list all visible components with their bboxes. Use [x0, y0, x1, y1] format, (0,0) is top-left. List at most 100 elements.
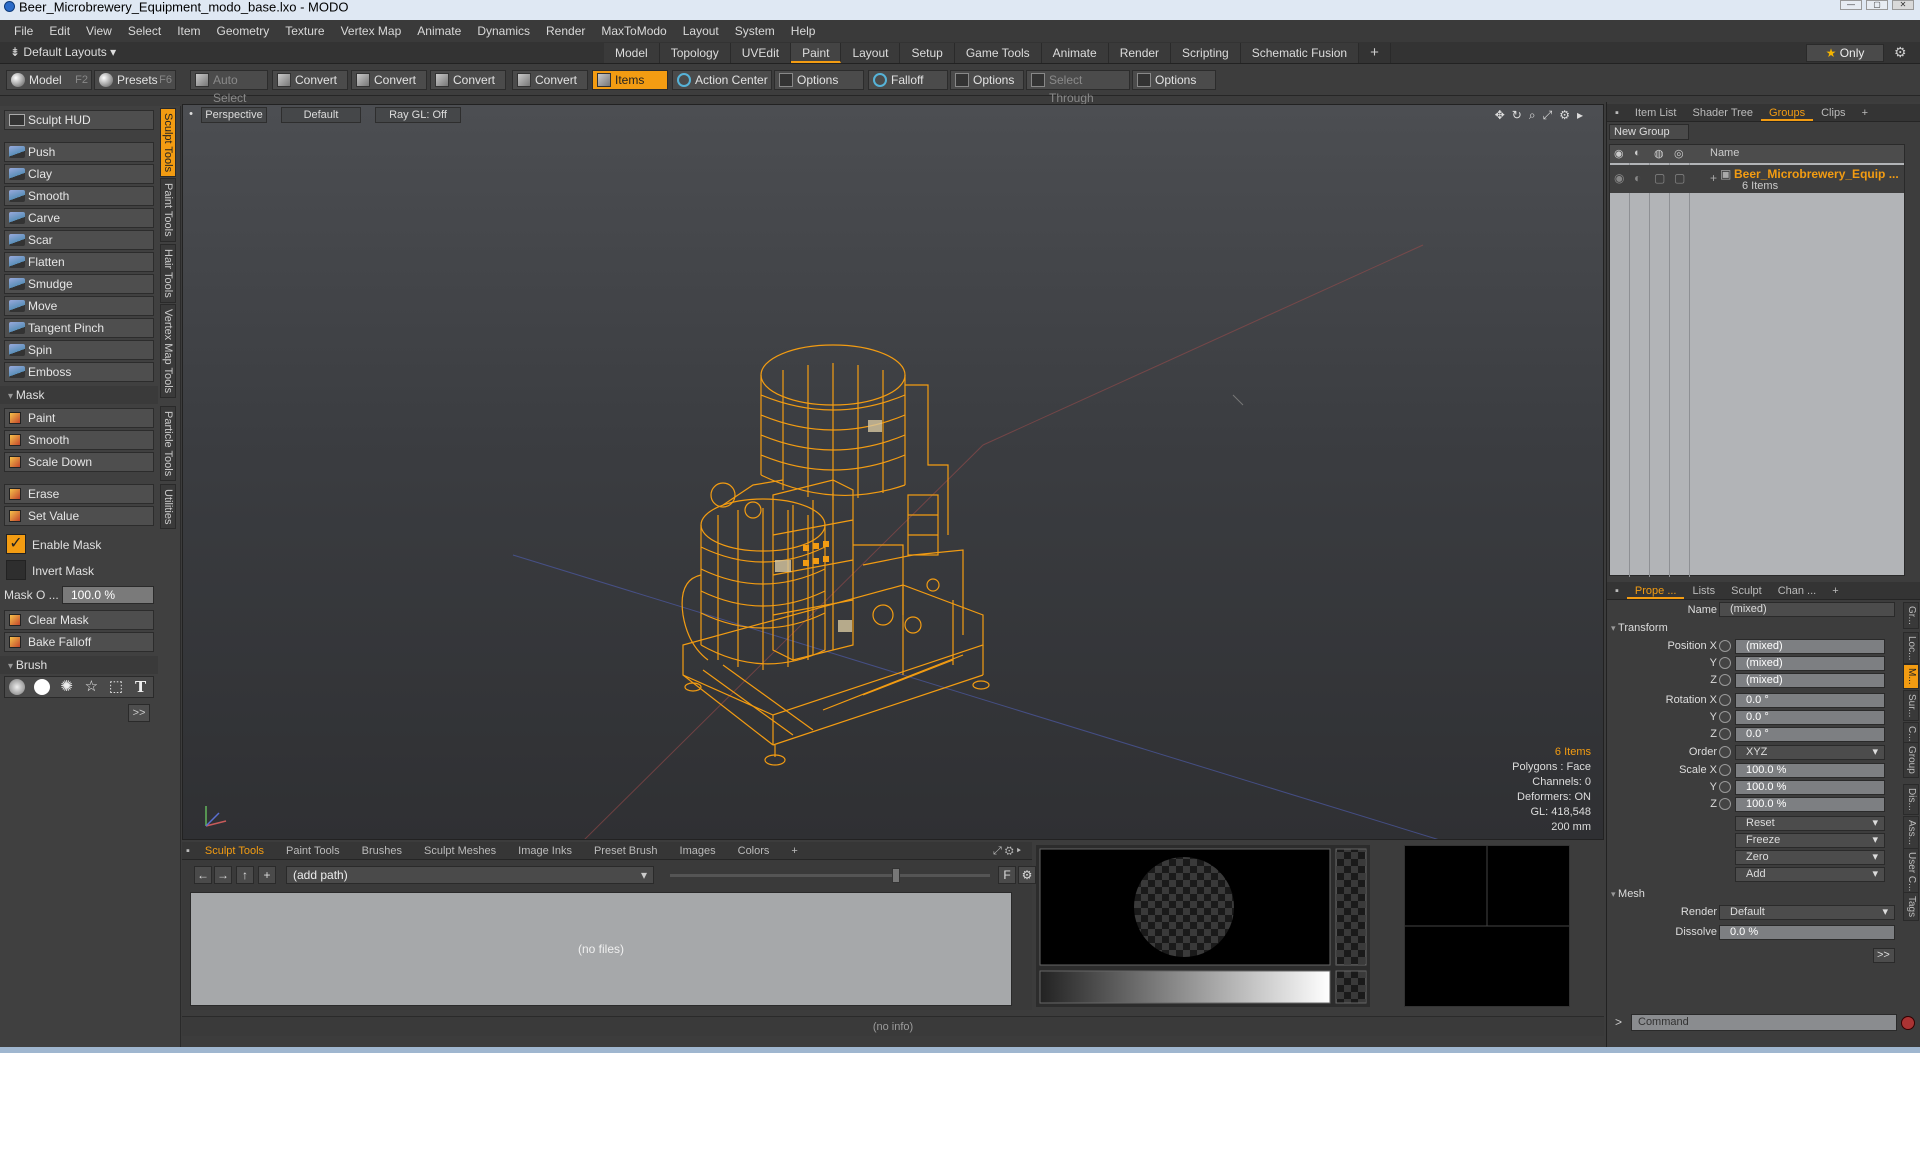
tool-clay[interactable]: Clay	[4, 164, 154, 184]
group-row[interactable]: ◉ ◐ ▢ ▢ + ▣ Beer_Microbrewery_Equip ... …	[1610, 165, 1904, 193]
minimize-icon[interactable]: —	[1840, 0, 1862, 10]
options-button-2[interactable]: Options	[950, 70, 1024, 90]
only-button[interactable]: ★ Only	[1806, 44, 1884, 62]
position-x-toggle[interactable]	[1719, 640, 1731, 652]
erase-button[interactable]: Erase	[4, 484, 154, 504]
rotation-z-field[interactable]: 0.0 °	[1735, 727, 1885, 742]
forward-icon[interactable]: →	[214, 866, 232, 884]
tab-paint[interactable]: Paint	[791, 43, 842, 63]
render-dropdown[interactable]: Default	[1719, 905, 1895, 920]
options-button-3[interactable]: Options	[1132, 70, 1216, 90]
star-brush-icon[interactable]: ☆	[83, 679, 99, 695]
vtab-vertex-map-tools[interactable]: Vertex Map Tools	[160, 304, 176, 399]
side-tab-assembly[interactable]: Ass...	[1903, 816, 1919, 850]
position-z-toggle[interactable]	[1719, 674, 1731, 686]
tab-item-list[interactable]: Item List	[1627, 104, 1685, 121]
freeze-dropdown[interactable]: Freeze	[1735, 833, 1885, 848]
model-mode-button[interactable]: Model F2	[6, 70, 92, 90]
menu-help[interactable]: Help	[783, 24, 824, 38]
slider-knob[interactable]	[892, 868, 900, 883]
tool-tangent-pinch[interactable]: Tangent Pinch	[4, 318, 154, 338]
tab-render[interactable]: Render	[1108, 43, 1172, 63]
row-select-icon[interactable]: ▢	[1674, 171, 1685, 185]
side-tab-user-channels[interactable]: User C...	[1903, 848, 1919, 896]
scale-y-toggle[interactable]	[1719, 781, 1731, 793]
parent-folder-icon[interactable]: ↑	[236, 866, 254, 884]
falloff-button[interactable]: Falloff	[868, 70, 948, 90]
mask-opacity-field[interactable]: 100.0 %	[62, 586, 154, 604]
add-tab-icon[interactable]: +	[1854, 104, 1876, 121]
brush-section-header[interactable]: Brush	[0, 656, 158, 674]
new-group-button[interactable]: New Group	[1609, 124, 1689, 140]
scale-x-toggle[interactable]	[1719, 764, 1731, 776]
vtab-hair-tools[interactable]: Hair Tools	[160, 244, 176, 303]
mesh-section[interactable]: Mesh	[1611, 888, 1645, 900]
vtab-sculpt-tools[interactable]: Sculpt Tools	[160, 108, 176, 178]
tool-carve[interactable]: Carve	[4, 208, 154, 228]
tab-animate[interactable]: Animate	[1041, 43, 1109, 63]
maximize-icon[interactable]: ▢	[1866, 0, 1888, 10]
clear-mask-button[interactable]: Clear Mask	[4, 610, 154, 630]
gear-icon[interactable]: ⚙	[1894, 44, 1907, 61]
tab-paint-tools[interactable]: Paint Tools	[275, 842, 351, 859]
vtab-paint-tools[interactable]: Paint Tools	[160, 178, 176, 242]
side-tab-tags[interactable]: Tags	[1903, 892, 1919, 922]
tool-smudge[interactable]: Smudge	[4, 274, 154, 294]
tool-emboss[interactable]: Emboss	[4, 362, 154, 382]
menu-texture[interactable]: Texture	[277, 24, 332, 38]
menu-select[interactable]: Select	[120, 24, 169, 38]
menu-edit[interactable]: Edit	[41, 24, 78, 38]
expand-icon[interactable]: +	[1710, 171, 1717, 185]
tab-model[interactable]: Model	[604, 43, 660, 63]
set-value-button[interactable]: Set Value	[4, 506, 154, 526]
back-icon[interactable]: ←	[194, 866, 212, 884]
custom-brush-icon[interactable]: ⬚	[108, 679, 124, 695]
more-properties-button[interactable]: >>	[1873, 948, 1895, 963]
tab-colors[interactable]: Colors	[727, 842, 781, 859]
tool-scar[interactable]: Scar	[4, 230, 154, 250]
vtab-particle-tools[interactable]: Particle Tools	[160, 406, 176, 482]
lock-icon[interactable]: ◍	[1654, 147, 1664, 160]
add-tab-icon[interactable]: +	[780, 842, 808, 859]
browser-gear-icon[interactable]: ⚙	[1018, 866, 1036, 884]
side-tab-group-2[interactable]: Group	[1903, 742, 1919, 778]
close-icon[interactable]: ✕	[1892, 0, 1914, 10]
scale-z-toggle[interactable]	[1719, 798, 1731, 810]
rotation-z-toggle[interactable]	[1719, 728, 1731, 740]
items-button[interactable]: Items	[592, 70, 668, 90]
eye-icon[interactable]: ◉	[1614, 147, 1624, 160]
options-button-1[interactable]: Options	[774, 70, 864, 90]
vtab-utilities[interactable]: Utilities	[160, 484, 176, 530]
order-toggle[interactable]	[1719, 746, 1731, 758]
convert-button-3[interactable]: Convert	[430, 70, 506, 90]
text-brush-icon[interactable]: T	[133, 679, 149, 695]
tab-game-tools[interactable]: Game Tools	[954, 43, 1042, 63]
transform-section[interactable]: Transform	[1611, 622, 1668, 634]
tool-move[interactable]: Move	[4, 296, 154, 316]
action-center-button[interactable]: Action Center	[672, 70, 772, 90]
menu-layout[interactable]: Layout	[675, 24, 727, 38]
sculpt-hud-button[interactable]: Sculpt HUD	[4, 110, 154, 130]
zero-dropdown[interactable]: Zero	[1735, 850, 1885, 865]
dissolve-field[interactable]: 0.0 %	[1719, 925, 1895, 940]
select-icon[interactable]: ◎	[1674, 147, 1684, 160]
more-brushes-button[interactable]: >>	[128, 704, 150, 722]
files-area[interactable]: (no files)	[190, 892, 1012, 1006]
path-dropdown[interactable]: (add path)	[286, 866, 654, 884]
menu-file[interactable]: File	[6, 24, 41, 38]
row-render-icon[interactable]: ◐	[1634, 171, 1641, 185]
tab-sculpt-tools[interactable]: Sculpt Tools	[194, 842, 275, 859]
convert-button-4[interactable]: Convert	[512, 70, 588, 90]
tab-clips[interactable]: Clips	[1813, 104, 1853, 121]
tab-topology[interactable]: Topology	[659, 43, 731, 63]
auto-select-button[interactable]: Auto Select	[190, 70, 268, 105]
render-icon[interactable]: ◐	[1634, 147, 1641, 159]
scale-x-field[interactable]: 100.0 %	[1735, 763, 1885, 778]
rotation-y-toggle[interactable]	[1719, 711, 1731, 723]
row-lock-icon[interactable]: ▢	[1654, 171, 1665, 185]
order-dropdown[interactable]: XYZ	[1735, 745, 1885, 760]
tool-flatten[interactable]: Flatten	[4, 252, 154, 272]
tab-uvedit[interactable]: UVEdit	[730, 43, 792, 63]
side-tab-mesh[interactable]: M...	[1903, 664, 1919, 689]
menu-dynamics[interactable]: Dynamics	[469, 24, 538, 38]
